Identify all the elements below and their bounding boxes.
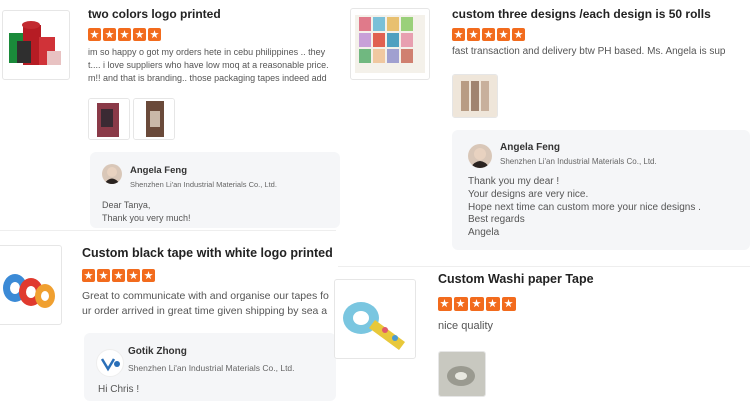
star-icon	[482, 28, 495, 41]
star-icon	[512, 28, 525, 41]
avatar	[468, 144, 492, 168]
review-photo[interactable]	[133, 98, 175, 140]
photo-image	[89, 99, 129, 139]
review-photo[interactable]	[88, 98, 130, 140]
product-thumbnail[interactable]	[334, 279, 416, 359]
star-icon	[502, 297, 516, 311]
star-icon	[470, 297, 484, 311]
star-rating	[452, 28, 525, 41]
star-icon	[112, 269, 125, 282]
review-photo[interactable]	[438, 351, 486, 397]
star-icon	[142, 269, 155, 282]
star-icon	[486, 297, 500, 311]
tape-rolls-image	[9, 21, 61, 65]
avatar	[96, 349, 124, 377]
review-text-line: nice quality	[438, 320, 494, 332]
reply-text: Dear Tanya, Thank you very much!	[102, 200, 191, 223]
product-thumbnail[interactable]	[0, 245, 62, 325]
reply-author: Angela Feng	[500, 142, 561, 153]
star-icon	[88, 28, 101, 41]
reply-author: Angela Feng	[130, 165, 188, 176]
star-rating	[82, 269, 155, 282]
star-icon	[497, 28, 510, 41]
star-icon	[103, 28, 116, 41]
seller-reply: Angela Feng Shenzhen Li'an Industrial Ma…	[90, 152, 340, 228]
review-text-line: t.... i love suppliers who have low moq …	[88, 60, 329, 70]
reply-company: Shenzhen Li'an Industrial Materials Co.,…	[128, 363, 295, 373]
review-text-line: m!! and that is branding.. those packagi…	[88, 73, 327, 83]
review-photo[interactable]	[452, 74, 498, 118]
review-text-line: ur order arrived in great time given shi…	[82, 305, 328, 317]
review-title: Custom Washi paper Tape	[438, 272, 594, 286]
star-icon	[97, 269, 110, 282]
star-icon	[438, 297, 452, 311]
product-thumbnail[interactable]	[350, 8, 430, 80]
review-text-line: im so happy o got my orders hete in cebu…	[88, 47, 326, 57]
washi-tape-image	[343, 302, 405, 350]
star-icon	[148, 28, 161, 41]
review-text-line: Great to communicate with and organise o…	[82, 290, 329, 302]
reply-company: Shenzhen Li'an Industrial Materials Co.,…	[130, 180, 277, 189]
star-icon	[467, 28, 480, 41]
reply-text: Hi Chris !	[98, 384, 140, 395]
review-card-3: Custom black tape with white logo printe…	[0, 230, 336, 401]
product-thumbnail[interactable]	[2, 10, 70, 80]
star-icon	[454, 297, 468, 311]
star-icon	[452, 28, 465, 41]
photo-image	[134, 99, 174, 139]
avatar	[102, 164, 122, 184]
reply-company: Shenzhen Li'an Industrial Materials Co.,…	[500, 157, 657, 166]
review-text-line: fast transaction and delivery btw PH bas…	[452, 46, 726, 57]
star-rating	[88, 28, 161, 41]
review-card-2: custom three designs /each design is 50 …	[342, 0, 750, 260]
tape-rolls-image	[355, 15, 425, 73]
tape-rolls-image	[3, 274, 55, 308]
star-icon	[127, 269, 140, 282]
review-card-4: Custom Washi paper Tape nice quality	[334, 266, 750, 401]
review-title: custom three designs /each design is 50 …	[452, 7, 711, 21]
photo-image	[439, 352, 485, 396]
review-title: two colors logo printed	[88, 7, 221, 21]
photo-image	[453, 75, 497, 117]
seller-reply: Angela Feng Shenzhen Li'an Industrial Ma…	[452, 130, 750, 250]
review-card-1: two colors logo printed im so happy o go…	[0, 0, 340, 228]
star-icon	[82, 269, 95, 282]
star-rating	[438, 297, 516, 311]
avatar-image	[468, 144, 492, 168]
reply-text: Thank you my dear ! Your designs are ver…	[468, 176, 701, 239]
avatar-image	[102, 164, 122, 184]
star-icon	[133, 28, 146, 41]
seller-reply: Gotik Zhong Shenzhen Li'an Industrial Ma…	[84, 333, 336, 401]
star-icon	[118, 28, 131, 41]
reply-author: Gotik Zhong	[128, 346, 187, 357]
logo-icon	[100, 358, 120, 372]
review-title: Custom black tape with white logo printe…	[82, 246, 333, 260]
